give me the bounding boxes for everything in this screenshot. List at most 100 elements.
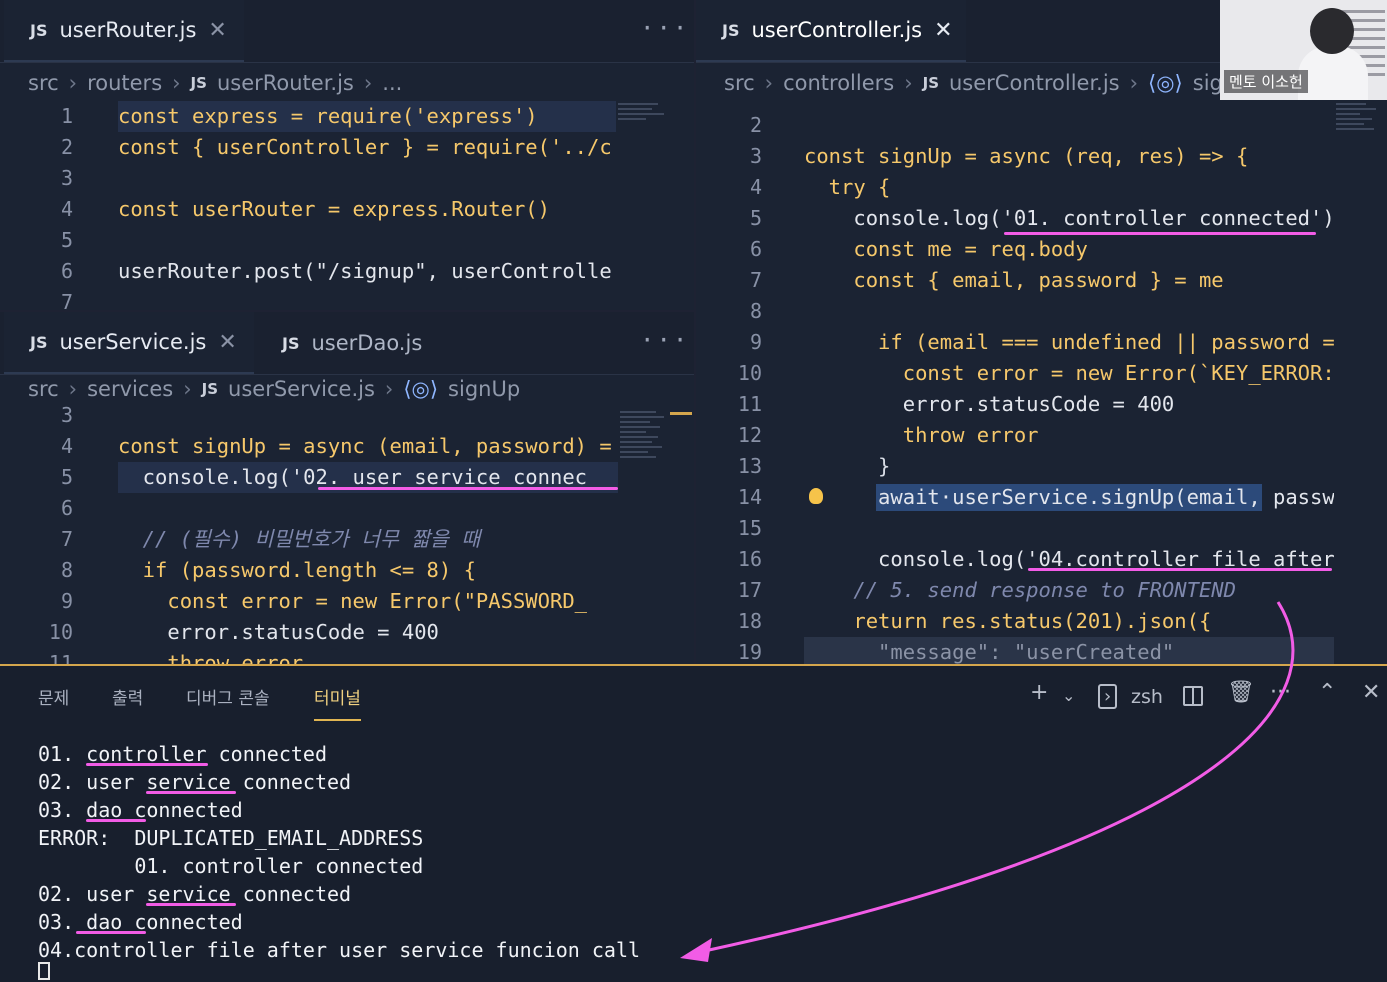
- more-icon[interactable]: ···: [1270, 680, 1291, 705]
- crumb-item[interactable]: src: [28, 377, 59, 401]
- code-line[interactable]: const me = req.body: [804, 234, 1334, 265]
- code-line[interactable]: const express = require('express'): [118, 101, 616, 132]
- chevron-down-icon[interactable]: ⌄: [1062, 686, 1075, 705]
- code-line[interactable]: // (필수) 비밀번호가 너무 짧을 때: [118, 524, 616, 555]
- code-line[interactable]: error.statusCode = 400: [804, 389, 1334, 420]
- line-number: 17: [737, 578, 762, 602]
- line-number: 4: [60, 197, 73, 221]
- code-line[interactable]: "message": "userCreated": [804, 637, 1334, 664]
- left-bottom-editor: JS userService.js ✕ JS userDao.js ··· sr…: [0, 312, 694, 664]
- code-line[interactable]: userRouter.post("/signup", userControlle: [118, 256, 616, 287]
- line-number: 18: [737, 609, 762, 633]
- minimap[interactable]: [1336, 100, 1382, 133]
- crumb-item[interactable]: signUp: [448, 377, 520, 401]
- more-icon[interactable]: ···: [640, 326, 689, 354]
- tab-userservice[interactable]: JS userService.js ✕: [4, 312, 254, 374]
- code-line[interactable]: throw error: [804, 420, 1334, 451]
- code-line[interactable]: const userRouter = express.Router(): [118, 194, 616, 225]
- minimap[interactable]: [618, 100, 670, 123]
- chevron-right-icon: ›: [68, 377, 78, 401]
- code-line[interactable]: error.statusCode = 400: [118, 617, 616, 648]
- tab-label: userService.js: [59, 330, 207, 354]
- js-file-icon: JS: [30, 20, 48, 40]
- terminal-panel: 문제 출력 디버그 콘솔 터미널 + ⌄ › zsh 🗑 ··· ⌃ ✕ 01.…: [0, 664, 1387, 982]
- tab-userrouter[interactable]: JS userRouter.js ✕: [4, 0, 244, 62]
- chevron-up-icon[interactable]: ⌃: [1318, 680, 1336, 705]
- code-line[interactable]: throw error: [118, 648, 616, 664]
- minimap[interactable]: [620, 408, 672, 461]
- code-line[interactable]: const signUp = async (email, password) =: [118, 431, 616, 462]
- annotation-underline: [1004, 232, 1316, 235]
- crumb-item[interactable]: src: [28, 71, 59, 95]
- crumb-item[interactable]: ...: [382, 71, 402, 95]
- js-file-icon: JS: [282, 333, 300, 353]
- crumb-item[interactable]: userRouter.js: [217, 71, 354, 95]
- terminal-icon[interactable]: ›: [1098, 684, 1118, 709]
- code-line[interactable]: const error = new Error(`KEY_ERROR:: [804, 358, 1334, 389]
- annotation-underline: [318, 487, 618, 490]
- line-number: 13: [737, 454, 762, 478]
- breadcrumb: src › routers › JS userRouter.js › ...: [0, 62, 694, 104]
- code-line[interactable]: try {: [804, 172, 1334, 203]
- trash-icon[interactable]: 🗑: [1227, 680, 1255, 705]
- tab-usercontroller[interactable]: JS userController.js ✕: [696, 0, 966, 62]
- close-icon[interactable]: ✕: [934, 18, 952, 43]
- code-line[interactable]: if (email === undefined || password =: [804, 327, 1334, 358]
- tab-label: userDao.js: [311, 331, 423, 355]
- code-line[interactable]: // 5. send response to FRONTEND: [804, 575, 1334, 606]
- code-line[interactable]: const { userController } = require('../c: [118, 132, 616, 163]
- line-number: 2: [60, 135, 73, 159]
- terminal-line: 01. controller connected: [38, 854, 424, 878]
- close-icon[interactable]: ✕: [208, 18, 226, 43]
- tab-output[interactable]: 출력: [112, 684, 143, 709]
- close-icon[interactable]: ✕: [1362, 680, 1380, 705]
- tab-label: userController.js: [751, 18, 923, 42]
- crumb-item[interactable]: controllers: [783, 71, 894, 95]
- code-line[interactable]: }: [804, 451, 1334, 482]
- line-number: 14: [737, 485, 762, 509]
- left-top-editor: JS userRouter.js ✕ ··· src › routers › JS …: [0, 0, 694, 310]
- js-file-icon: JS: [190, 74, 207, 92]
- tab-label: userRouter.js: [59, 18, 197, 42]
- scroll-marker: [670, 412, 692, 415]
- chevron-right-icon: ›: [68, 71, 78, 95]
- line-number: 15: [737, 516, 762, 540]
- tab-bar: JS userService.js ✕ JS userDao.js ···: [0, 312, 694, 375]
- shell-label[interactable]: zsh: [1131, 686, 1163, 708]
- tab-terminal[interactable]: 터미널: [314, 684, 361, 721]
- presenter-head: [1310, 8, 1354, 54]
- tab-bar: JS userRouter.js ✕ ···: [0, 0, 694, 63]
- annotation-underline: [146, 791, 236, 794]
- chevron-right-icon: ›: [904, 71, 913, 95]
- terminal-cursor[interactable]: [38, 962, 50, 980]
- line-number: 16: [737, 547, 762, 571]
- close-icon[interactable]: ✕: [218, 330, 236, 355]
- line-number: 19: [737, 640, 762, 664]
- crumb-item[interactable]: userService.js: [228, 377, 375, 401]
- crumb-item[interactable]: sig: [1193, 71, 1223, 95]
- annotation-underline: [86, 763, 208, 766]
- plus-icon[interactable]: +: [1030, 680, 1048, 705]
- crumb-item[interactable]: routers: [87, 71, 162, 95]
- more-icon[interactable]: ···: [640, 14, 689, 42]
- annotation-underline: [146, 903, 236, 906]
- split-icon[interactable]: [1183, 686, 1203, 706]
- code-line[interactable]: await·userService.signUp(email, passw: [804, 482, 1334, 513]
- tab-userdao[interactable]: JS userDao.js: [256, 312, 446, 374]
- code-line[interactable]: console.log('01. controller connected'): [804, 203, 1334, 234]
- tab-debug-console[interactable]: 디버그 콘솔: [186, 684, 270, 709]
- line-number: 10: [48, 620, 73, 644]
- tab-problems[interactable]: 문제: [38, 684, 69, 709]
- chevron-right-icon: ›: [172, 71, 181, 95]
- crumb-item[interactable]: userController.js: [949, 71, 1120, 95]
- code-line[interactable]: return res.status(201).json({: [804, 606, 1334, 637]
- code-line[interactable]: const error = new Error("PASSWORD_: [118, 586, 616, 617]
- crumb-item[interactable]: src: [724, 71, 755, 95]
- crumb-item[interactable]: services: [87, 377, 173, 401]
- line-number: 7: [60, 527, 73, 551]
- code-line[interactable]: const { email, password } = me: [804, 265, 1334, 296]
- chevron-right-icon: ›: [363, 71, 373, 95]
- chevron-right-icon: ›: [1129, 71, 1139, 95]
- code-line[interactable]: const signUp = async (req, res) => {: [804, 141, 1334, 172]
- code-line[interactable]: if (password.length <= 8) {: [118, 555, 616, 586]
